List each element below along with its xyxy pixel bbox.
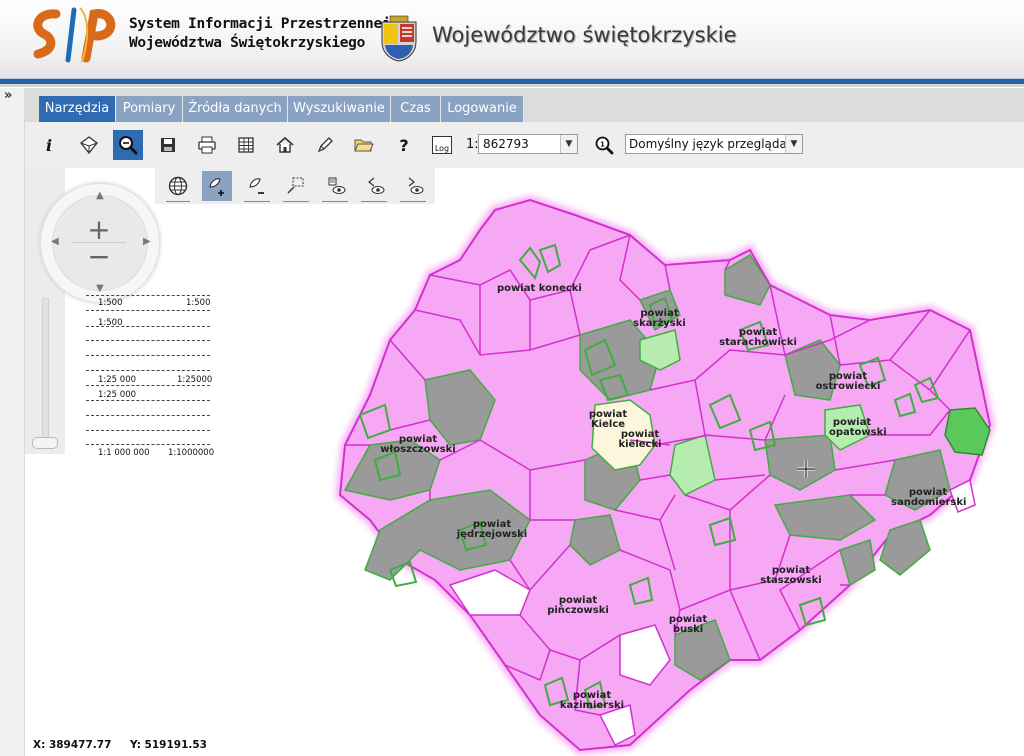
zoom-slider-handle[interactable] bbox=[32, 437, 58, 449]
scale-label[interactable]: 1:500 bbox=[98, 298, 123, 308]
map-label: powiat sandomierski bbox=[891, 487, 967, 508]
select-rect-icon[interactable] bbox=[281, 171, 311, 201]
scale-line bbox=[86, 355, 210, 356]
map-label: powiat buski bbox=[668, 614, 708, 635]
scale-line bbox=[86, 310, 210, 311]
map-label: powiat pińczowski bbox=[547, 595, 609, 616]
pan-down-icon[interactable]: ▼ bbox=[96, 283, 104, 294]
left-side-panel bbox=[0, 88, 25, 756]
scale-label[interactable]: 1:25 000 bbox=[98, 390, 136, 400]
scale-line bbox=[86, 444, 210, 445]
layers-icon[interactable] bbox=[74, 130, 104, 160]
zoom-icon[interactable] bbox=[113, 130, 143, 160]
sip-logo bbox=[33, 7, 116, 63]
tab-wyszukiwanie[interactable]: Wyszukiwanie bbox=[288, 96, 391, 122]
system-name: System Informacji Przestrzennej Wojewódz… bbox=[129, 15, 391, 53]
map-label: powiat skarżyski bbox=[633, 308, 686, 329]
tool-underline bbox=[166, 201, 190, 202]
scale-prefix: 1: bbox=[466, 137, 479, 152]
scale-label[interactable]: 1:25000 bbox=[177, 375, 212, 385]
map-label: powiat konecki bbox=[497, 283, 582, 294]
header-divider-shadow bbox=[0, 84, 1024, 87]
tab-logowanie[interactable]: Logowanie bbox=[441, 96, 524, 122]
map-label: powiat kazimierski bbox=[559, 690, 625, 711]
log-icon[interactable]: Log bbox=[427, 130, 457, 160]
folder-icon[interactable] bbox=[349, 130, 379, 160]
tab-narzedzia[interactable]: Narzędzia bbox=[39, 96, 116, 122]
scale-line bbox=[86, 340, 210, 341]
coat-of-arms-icon bbox=[381, 15, 417, 62]
chevron-down-icon[interactable]: ▼ bbox=[785, 135, 802, 153]
region-title: Województwo świętokrzyskie bbox=[432, 23, 737, 47]
app-header: System Informacji Przestrzennej Wojewódz… bbox=[0, 0, 1024, 78]
scale-line bbox=[86, 326, 210, 327]
pan-up-icon[interactable]: ▲ bbox=[96, 190, 104, 201]
chevron-down-icon[interactable]: ▼ bbox=[560, 135, 577, 153]
system-line-2: Województwa Świętokrzyskiego bbox=[129, 35, 366, 51]
scale-line bbox=[86, 370, 210, 371]
info-label: i bbox=[45, 135, 53, 155]
help-icon[interactable]: ? bbox=[389, 130, 419, 160]
language-value: Domyślny język przeglądarki bbox=[629, 137, 803, 151]
scale-line bbox=[86, 385, 210, 386]
tab-pomiary[interactable]: Pomiary bbox=[116, 96, 183, 122]
map-label: powiat jędrzejowski bbox=[456, 519, 528, 540]
zoom-out-button[interactable]: − bbox=[70, 240, 128, 273]
zoom-to-scale-icon[interactable]: 1 bbox=[589, 130, 619, 160]
table-icon[interactable] bbox=[231, 130, 261, 160]
save-icon[interactable] bbox=[153, 130, 183, 160]
globe-icon[interactable] bbox=[163, 171, 193, 201]
scale-line bbox=[86, 400, 210, 401]
map-canvas[interactable] bbox=[330, 190, 1000, 756]
map-label: powiat starachowicki bbox=[719, 327, 797, 348]
coordinate-x: X: 389477.77 bbox=[33, 739, 112, 751]
map-label: powiat staszowski bbox=[760, 565, 822, 586]
scale-select[interactable]: 862793 ▼ bbox=[478, 134, 578, 154]
scale-label[interactable]: 1:25 000 bbox=[98, 375, 136, 385]
help-label: ? bbox=[399, 135, 409, 155]
scale-value: 862793 bbox=[483, 137, 529, 151]
expand-panel-icon[interactable]: » bbox=[4, 88, 12, 103]
pan-left-icon[interactable]: ◀ bbox=[51, 236, 59, 247]
tab-zrodla-danych[interactable]: Źródła danych bbox=[183, 96, 288, 122]
select-remove-icon[interactable] bbox=[242, 171, 272, 201]
map-label: powiat ostrowiecki bbox=[815, 371, 881, 392]
scale-label[interactable]: 1:1 000 000 bbox=[98, 448, 150, 458]
scale-line bbox=[86, 295, 210, 296]
map-label: powiat Kielce bbox=[588, 409, 628, 430]
print-icon[interactable] bbox=[192, 130, 222, 160]
scale-label[interactable]: 1:500 bbox=[186, 298, 211, 308]
tab-czas[interactable]: Czas bbox=[391, 96, 441, 122]
map-label: powiat opatowski bbox=[829, 417, 887, 438]
home-icon[interactable] bbox=[270, 130, 300, 160]
map-label: powiat kielecki bbox=[618, 429, 662, 450]
scale-label[interactable]: 1:1000000 bbox=[168, 448, 214, 458]
scale-line bbox=[86, 430, 210, 431]
select-add-icon[interactable] bbox=[202, 171, 232, 201]
tool-underline bbox=[283, 201, 309, 202]
draw-icon[interactable] bbox=[310, 130, 340, 160]
map-label: powiat włoszczowski bbox=[380, 434, 456, 455]
svg-text:1: 1 bbox=[600, 141, 605, 149]
scale-line bbox=[86, 415, 210, 416]
zoom-slider-track[interactable] bbox=[42, 298, 49, 448]
system-line-1: System Informacji Przestrzennej bbox=[129, 16, 391, 32]
pan-right-icon[interactable]: ▶ bbox=[143, 236, 151, 247]
language-select[interactable]: Domyślny język przeglądarki ▼ bbox=[625, 134, 803, 154]
log-label: Log bbox=[434, 144, 450, 153]
tool-underline bbox=[244, 201, 270, 202]
info-icon[interactable]: i bbox=[34, 130, 64, 160]
coordinate-y: Y: 519191.53 bbox=[130, 739, 207, 751]
